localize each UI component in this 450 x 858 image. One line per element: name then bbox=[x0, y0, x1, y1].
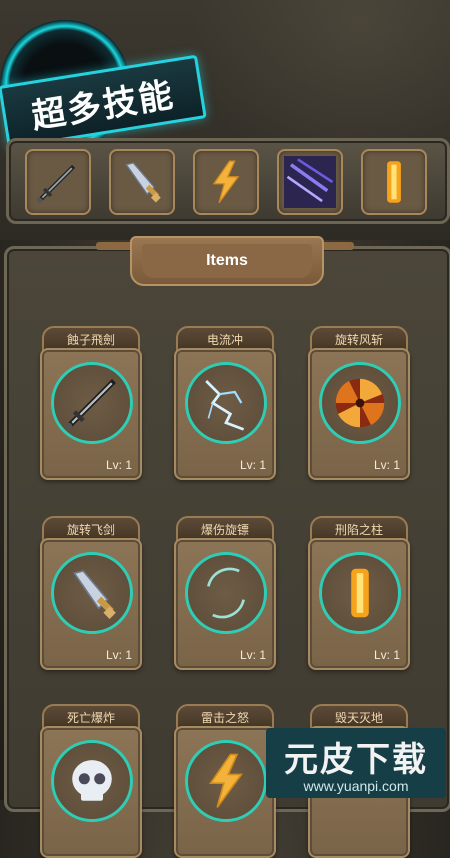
item-level: Lv: 1 bbox=[239, 648, 266, 662]
lightning-bolt-icon bbox=[205, 380, 245, 431]
item-card-body: Lv: 1 bbox=[174, 538, 276, 670]
item-card-body: Lv: 1 bbox=[308, 538, 410, 670]
item-icon-ring bbox=[51, 740, 133, 822]
item-icon-ring bbox=[51, 552, 133, 634]
tab-label: Items bbox=[206, 252, 248, 269]
item-level: Lv: 1 bbox=[373, 648, 400, 662]
skill-slot-1[interactable] bbox=[25, 149, 91, 215]
item-icon-ring bbox=[319, 552, 401, 634]
item-card-body: Lv: 1 bbox=[174, 348, 276, 480]
item-name: 旋转风斩 bbox=[334, 332, 383, 347]
item-card[interactable]: 蝕子飛劍 Lv: 1 bbox=[40, 326, 142, 480]
lightning-icon bbox=[209, 753, 244, 808]
watermark-title: 元皮下载 bbox=[284, 740, 428, 780]
fire-pillar-icon bbox=[387, 161, 401, 203]
item-level: Lv: 1 bbox=[105, 458, 132, 472]
item-level: Lv: 1 bbox=[239, 458, 266, 472]
skill-bar bbox=[6, 138, 450, 224]
item-icon-ring bbox=[319, 362, 401, 444]
tab-items[interactable]: Items bbox=[130, 236, 324, 286]
silver-dagger-icon bbox=[125, 162, 161, 203]
item-icon-ring bbox=[185, 552, 267, 634]
item-card[interactable]: 雷击之怒 bbox=[174, 704, 276, 858]
silver-dagger-icon bbox=[73, 570, 116, 620]
item-name: 刑陷之柱 bbox=[334, 522, 383, 537]
item-name: 旋转飞剑 bbox=[66, 522, 115, 537]
skill-slot-4[interactable] bbox=[277, 149, 343, 215]
dark-sword-icon bbox=[37, 164, 76, 203]
item-level: Lv: 1 bbox=[105, 648, 132, 662]
item-card[interactable]: 刑陷之柱 Lv: 1 bbox=[308, 516, 410, 670]
watermark-url: www.yuanpi.com bbox=[303, 778, 409, 794]
item-card-body: Lv: 1 bbox=[308, 348, 410, 480]
item-name: 爆伤旋镖 bbox=[200, 522, 249, 537]
item-icon-ring bbox=[51, 362, 133, 444]
item-name: 电流冲 bbox=[206, 332, 243, 347]
watermark: 元皮下载 www.yuanpi.com bbox=[266, 728, 446, 798]
skill-slot-5[interactable] bbox=[361, 149, 427, 215]
item-icon-ring bbox=[185, 740, 267, 822]
item-level: Lv: 1 bbox=[373, 458, 400, 472]
item-card-body: Lv: 1 bbox=[40, 348, 142, 480]
item-card[interactable]: 死亡爆炸 bbox=[40, 704, 142, 858]
item-card[interactable]: 旋转风斩 Lv: 1 bbox=[308, 326, 410, 480]
dark-sword-icon bbox=[65, 379, 116, 430]
item-card[interactable]: 爆伤旋镖 Lv: 1 bbox=[174, 516, 276, 670]
item-card-body bbox=[174, 726, 276, 858]
fire-pillar-icon bbox=[351, 568, 369, 618]
tab-inner: Items bbox=[142, 244, 312, 278]
crescent-blade-icon bbox=[207, 567, 245, 619]
item-card[interactable]: 旋转飞剑 Lv: 1 bbox=[40, 516, 142, 670]
item-card[interactable]: 电流冲 Lv: 1 bbox=[174, 326, 276, 480]
fire-vortex-icon bbox=[335, 378, 385, 428]
item-icon-ring bbox=[185, 362, 267, 444]
item-name: 雷击之怒 bbox=[200, 710, 249, 725]
purple-meteor-icon bbox=[284, 156, 336, 208]
lightning-icon bbox=[212, 160, 240, 204]
item-name: 死亡爆炸 bbox=[66, 710, 115, 725]
item-name: 毁天灭地 bbox=[334, 710, 383, 725]
skull-icon bbox=[72, 760, 112, 801]
skill-slot-3[interactable] bbox=[193, 149, 259, 215]
skill-slot-2[interactable] bbox=[109, 149, 175, 215]
item-name: 蝕子飛劍 bbox=[66, 332, 115, 347]
item-card-body: Lv: 1 bbox=[40, 538, 142, 670]
item-card-body bbox=[40, 726, 142, 858]
